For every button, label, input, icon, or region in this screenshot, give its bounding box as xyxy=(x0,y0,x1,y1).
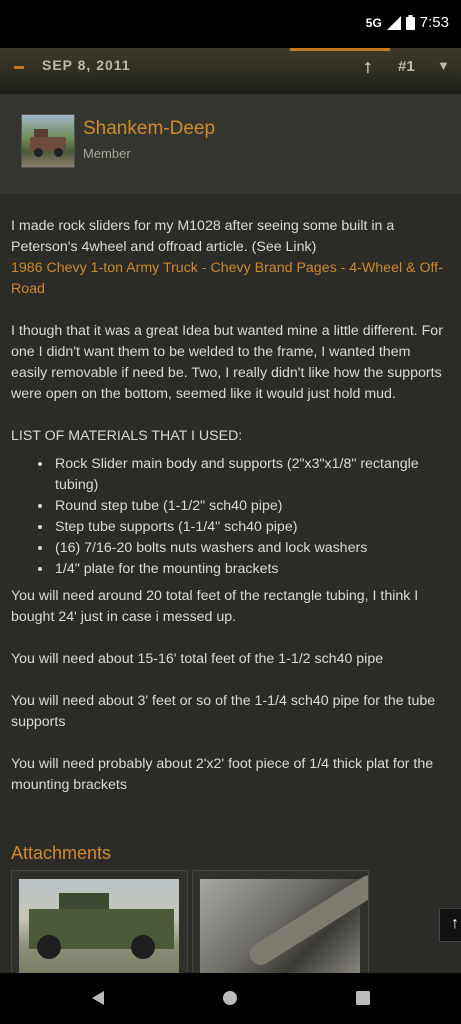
author-name[interactable]: Shankem-Deep xyxy=(83,118,215,140)
paragraph-2: I though that it was a great Idea but wa… xyxy=(11,323,443,402)
post-date[interactable]: SEP 8, 2011 xyxy=(42,57,131,73)
bookmark-icon[interactable]: ▼ xyxy=(437,58,450,73)
note-4: You will need probably about 2'x2' foot … xyxy=(11,756,434,793)
list-item: Round step tube (1-1/2" sch40 pipe) xyxy=(53,496,447,517)
author-block xyxy=(0,94,461,194)
post-body: I made rock sliders for my M1028 after s… xyxy=(11,216,447,796)
intro-text: I made rock sliders for my M1028 after s… xyxy=(11,218,395,255)
attachment-thumbnail-2[interactable] xyxy=(192,870,369,976)
signal-icon xyxy=(386,15,401,30)
list-item: Step tube supports (1-1/4" sch40 pipe) xyxy=(53,517,447,538)
attachment-thumbnail-1[interactable] xyxy=(11,870,188,976)
post-header: SEP 8, 2011 ⭡ #1 ▼ xyxy=(0,48,461,94)
recents-square-icon[interactable] xyxy=(355,990,371,1011)
header-marker xyxy=(14,66,24,69)
materials-heading: LIST OF MATERIALS THAT I USED: xyxy=(11,428,243,444)
note-3: You will need about 3' feet or so of the… xyxy=(11,693,436,730)
list-item: (16) 7/16-20 bolts nuts washers and lock… xyxy=(53,538,447,559)
home-circle-icon[interactable] xyxy=(222,990,238,1011)
list-item: 1/4" plate for the mounting brackets xyxy=(53,559,447,580)
attachments-title: Attachments xyxy=(11,843,112,863)
materials-list: Rock Slider main body and supports (2"x3… xyxy=(11,454,447,580)
post-number-link[interactable]: #1 xyxy=(398,58,415,75)
scroll-top-button[interactable]: ↑ xyxy=(439,908,461,942)
share-icon[interactable]: ⭡ xyxy=(364,60,372,78)
arrow-up-icon: ↑ xyxy=(451,915,459,932)
clock: 7:53 xyxy=(419,14,449,31)
battery-icon xyxy=(405,15,415,30)
note-2: You will need about 15-16' total feet of… xyxy=(11,651,384,667)
note-1: You will need around 20 total feet of th… xyxy=(11,588,419,625)
article-link[interactable]: 1986 Chevy 1-ton Army Truck - Chevy Bran… xyxy=(11,260,443,297)
author-role: Member xyxy=(83,146,131,161)
back-triangle-icon[interactable] xyxy=(90,990,106,1011)
header-accent xyxy=(290,48,390,51)
network-label: 5G xyxy=(365,15,382,30)
avatar[interactable] xyxy=(21,114,75,168)
status-bar: 5G 7:53 xyxy=(0,0,461,48)
system-nav-bar xyxy=(0,973,461,1024)
list-item: Rock Slider main body and supports (2"x3… xyxy=(53,454,447,496)
